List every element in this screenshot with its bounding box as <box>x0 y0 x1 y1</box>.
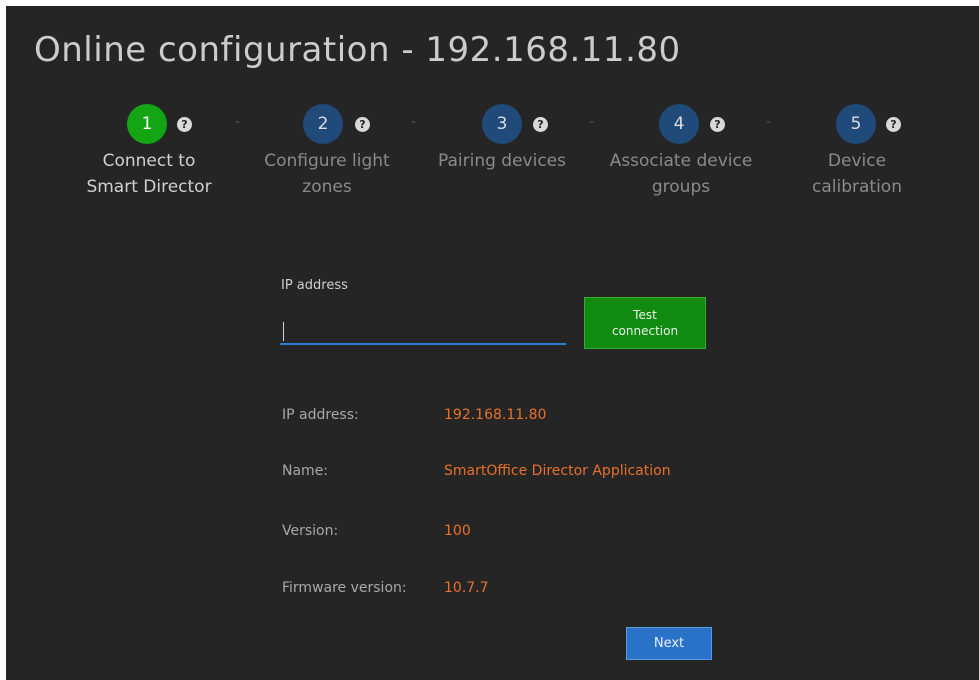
step-3-circle[interactable]: 3 <box>482 104 522 144</box>
step-1-circle[interactable]: 1 <box>127 104 167 144</box>
text-cursor <box>283 322 284 341</box>
step-4-help-icon[interactable]: ? <box>710 117 725 132</box>
info-label-firmware-version: Firmware version: <box>282 580 407 596</box>
page-title: Online configuration - 192.168.11.80 <box>34 30 681 70</box>
step-5-label-line2: calibration <box>812 177 902 197</box>
ip-address-input[interactable] <box>280 317 566 345</box>
info-label-version: Version: <box>282 523 339 539</box>
step-separator: - <box>411 114 417 130</box>
info-label-ip-address: IP address: <box>282 407 359 423</box>
step-separator: - <box>766 114 772 130</box>
test-connection-button-line2: connection <box>611 324 679 338</box>
step-5-label-line1: Device <box>827 151 887 171</box>
info-value-version: 100 <box>444 523 471 539</box>
info-label-name: Name: <box>282 463 329 479</box>
step-1-help-icon[interactable]: ? <box>177 117 192 132</box>
step-5-help-icon[interactable]: ? <box>886 117 901 132</box>
step-1-label-line2: Smart Director <box>86 177 212 197</box>
step-1-label: Connect to Smart Director <box>74 148 224 200</box>
step-separator: - <box>589 114 595 130</box>
step-2-help-icon[interactable]: ? <box>355 117 370 132</box>
next-button[interactable]: Next <box>626 627 712 660</box>
info-value-name: SmartOffice Director Application <box>444 463 671 479</box>
step-1-label-line1: Connect to <box>102 151 196 171</box>
step-5-label: Device calibration <box>797 148 917 200</box>
step-separator: - <box>235 114 241 130</box>
step-4-label-line1: Associate device <box>609 151 753 171</box>
step-4-circle[interactable]: 4 <box>659 104 699 144</box>
test-connection-button[interactable]: Test connection <box>584 297 706 349</box>
step-4-label-line2: groups <box>651 177 711 197</box>
info-value-firmware-version: 10.7.7 <box>444 580 489 596</box>
step-2-label-line2: zones <box>302 177 352 197</box>
step-2-label-line1: Configure light <box>264 151 390 171</box>
ip-address-field-label: IP address <box>281 278 348 293</box>
info-value-ip-address: 192.168.11.80 <box>444 407 547 423</box>
step-2-circle[interactable]: 2 <box>303 104 343 144</box>
step-2-label: Configure light zones <box>252 148 402 200</box>
test-connection-button-line1: Test <box>633 308 657 322</box>
step-3-label: Pairing devices <box>427 148 577 174</box>
step-3-help-icon[interactable]: ? <box>533 117 548 132</box>
step-3-label-line1: Pairing devices <box>437 151 566 171</box>
step-4-label: Associate device groups <box>596 148 766 200</box>
step-5-circle[interactable]: 5 <box>836 104 876 144</box>
